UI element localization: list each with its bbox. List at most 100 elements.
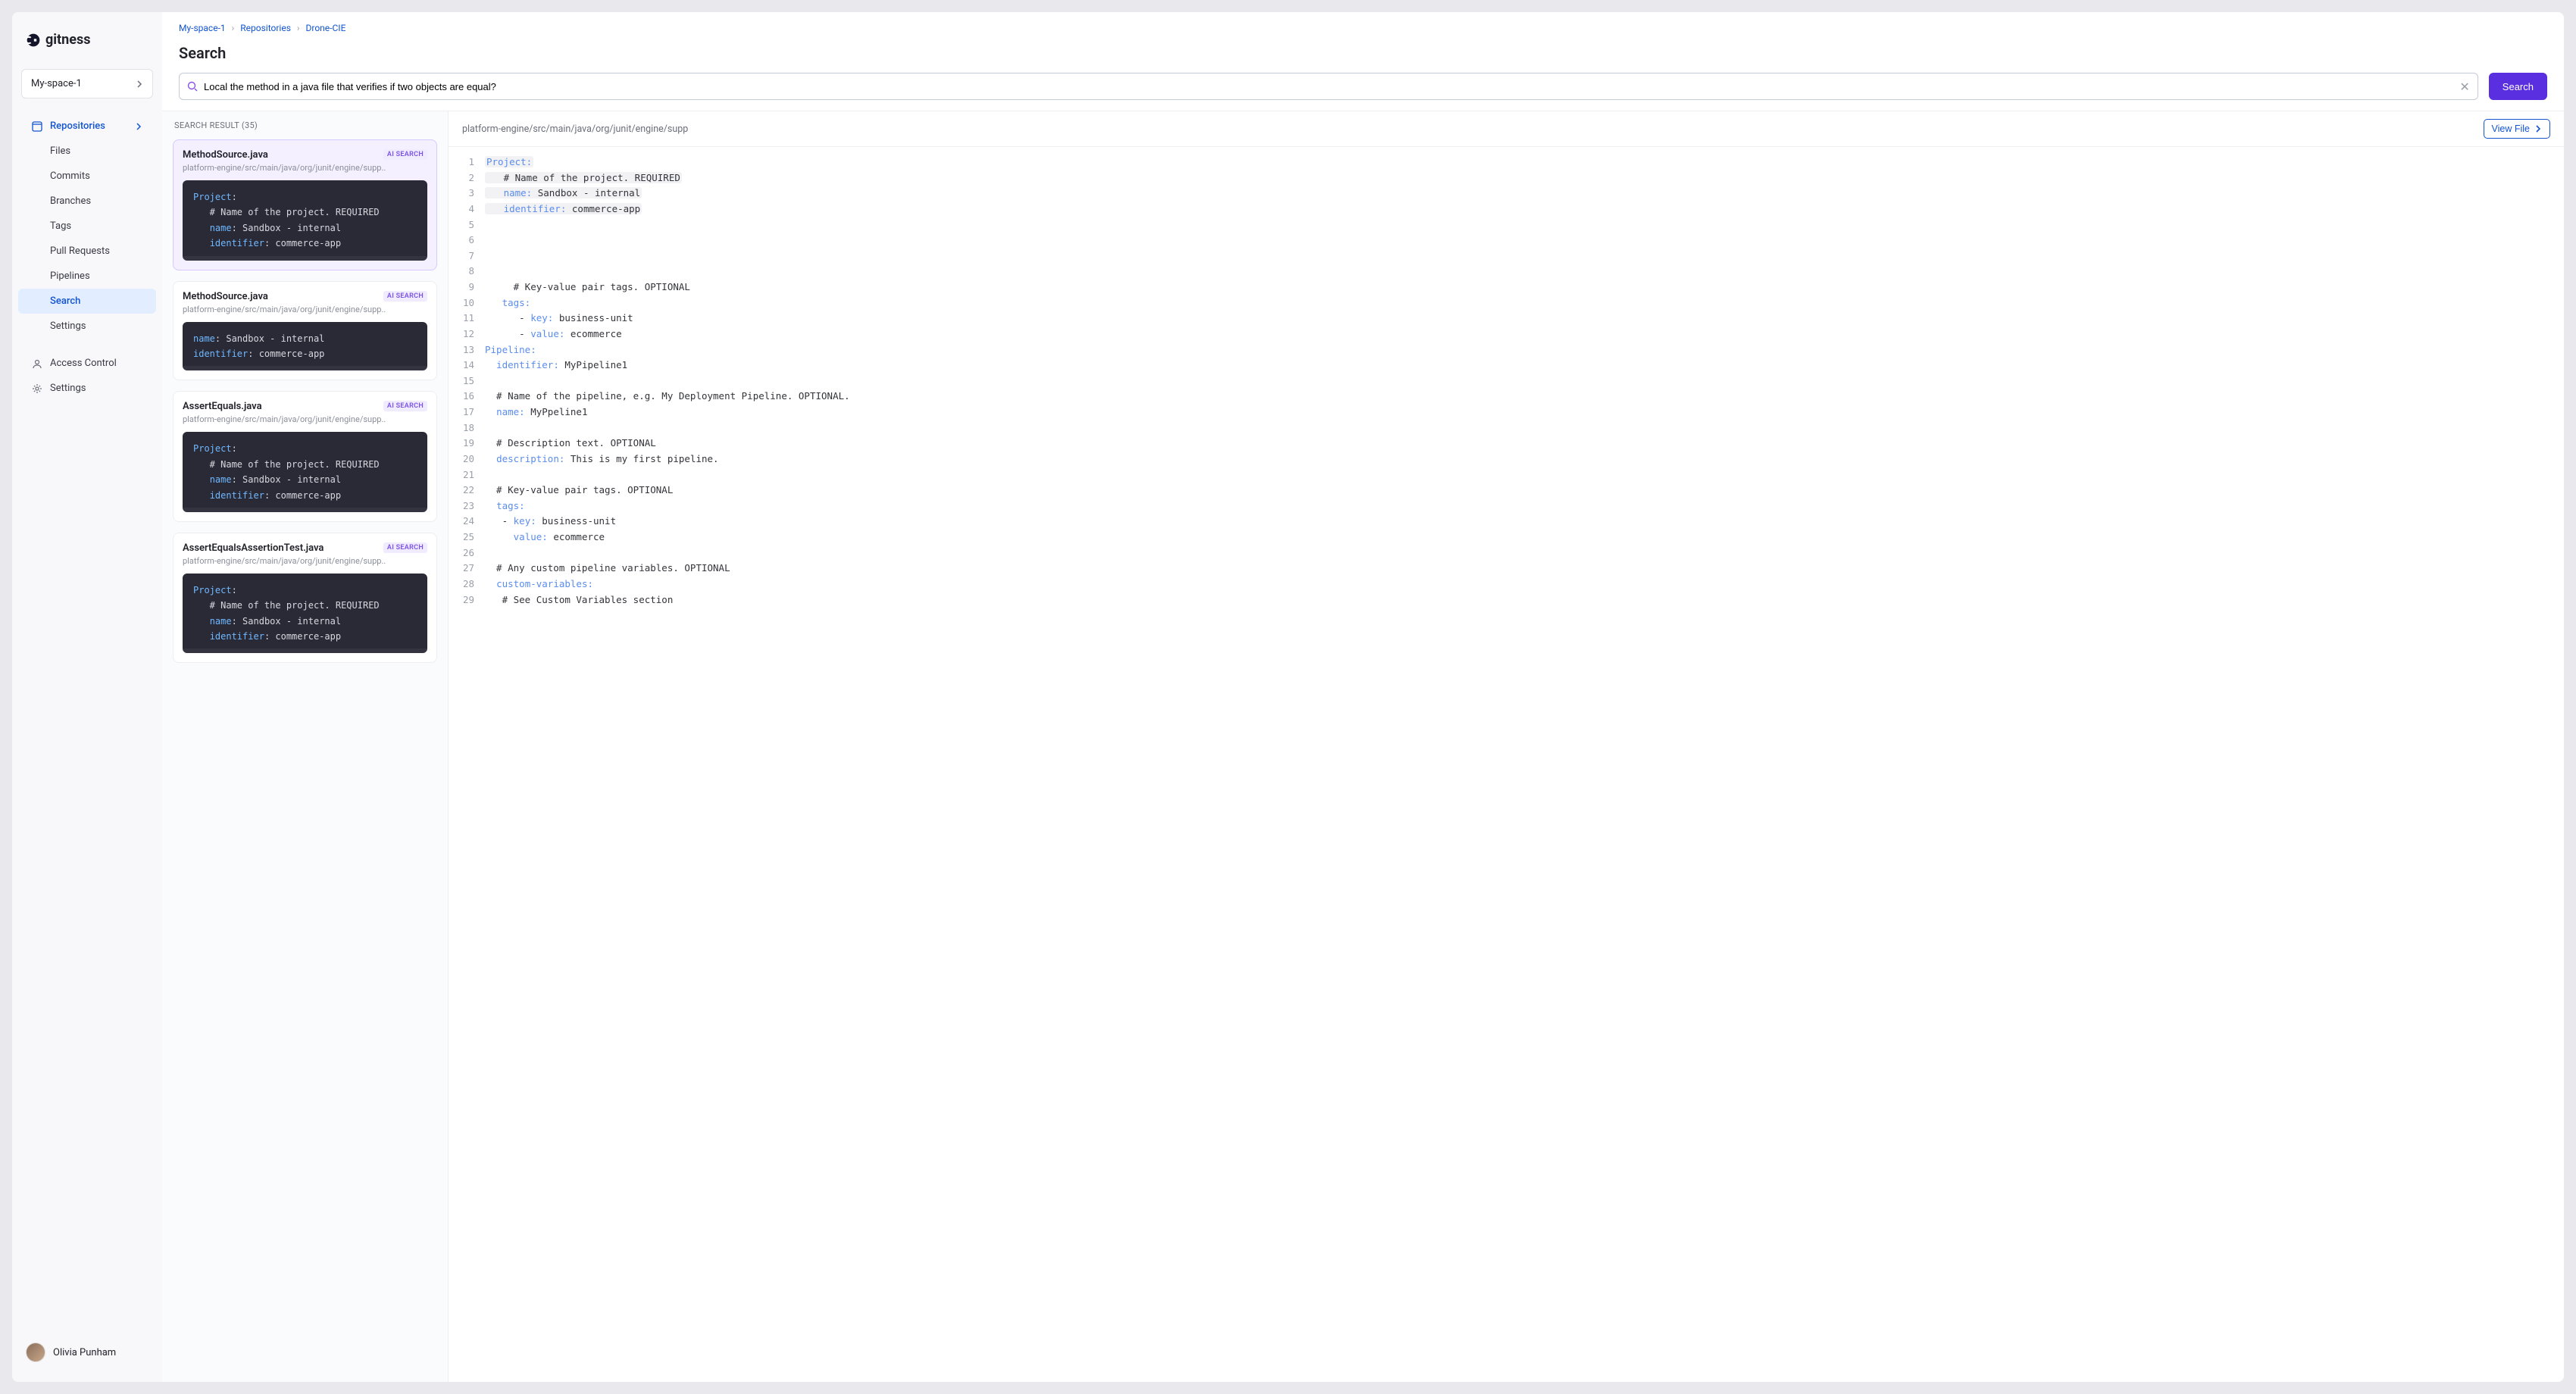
nav-settings[interactable]: Settings [18,376,156,401]
result-path: platform-engine/src/main/java/org/junit/… [183,305,427,314]
result-card[interactable]: MethodSource.javaAI SEARCHplatform-engin… [173,281,437,381]
result-title: AssertEquals.java [183,401,262,412]
code-line: 17 name: MyPpeline1 [449,405,2564,420]
ai-search-badge: AI SEARCH [383,401,427,411]
sidebar-item-tags[interactable]: Tags [18,214,156,239]
line-number: 27 [449,561,485,577]
code-line: 13Pipeline: [449,342,2564,358]
result-path: platform-engine/src/main/java/org/junit/… [183,163,427,173]
sidebar-item-search[interactable]: Search [18,289,156,314]
line-number: 2 [449,170,485,186]
code-line: 24 - key: business-unit [449,514,2564,530]
code-line: 15 [449,374,2564,389]
sidebar: gitness My-space-1 Repositories FilesCom… [12,12,162,1382]
line-number: 10 [449,295,485,311]
code-line: 4 identifier: commerce-app [449,202,2564,217]
line-number: 5 [449,217,485,233]
line-number: 8 [449,264,485,280]
sidebar-item-branches[interactable]: Branches [18,189,156,214]
line-number: 13 [449,342,485,358]
brand-name: gitness [45,32,90,48]
code-snippet: Project: # Name of the project. REQUIRED… [183,432,427,512]
code-line: 19 # Description text. OPTIONAL [449,436,2564,452]
gear-icon [32,383,42,394]
nav-access-control[interactable]: Access Control [18,351,156,376]
result-path: platform-engine/src/main/java/org/junit/… [183,556,427,566]
brand-logo: gitness [12,24,162,69]
code-line: 29 # See Custom Variables section [449,592,2564,608]
search-icon [187,81,198,92]
result-card[interactable]: MethodSource.java AI SEARCH platform-engin… [173,139,437,270]
result-card[interactable]: AssertEqualsAssertionTest.java AI SEARCH p… [173,533,437,664]
result-title: MethodSource.java [183,149,268,161]
nav-repositories[interactable]: Repositories [18,114,156,139]
sidebar-item-pipelines[interactable]: Pipelines [18,264,156,289]
view-file-button[interactable]: View File [2484,119,2550,139]
code-line: 21 [449,467,2564,483]
gitness-icon [26,33,41,48]
code-line: 3 name: Sandbox - internal [449,186,2564,202]
breadcrumb: My-space-1 › Repositories › Drone-CIE [179,23,2547,33]
chevron-right-icon [2534,125,2542,133]
line-number: 6 [449,233,485,248]
chevron-right-icon [136,80,143,88]
chevron-right-icon: › [297,23,300,33]
space-selector[interactable]: My-space-1 [21,69,153,98]
code-line: 18 [449,420,2564,436]
sidebar-item-commits[interactable]: Commits [18,164,156,189]
search-button[interactable]: Search [2489,73,2547,100]
user-name: Olivia Punham [53,1347,116,1358]
code-line: 8 [449,264,2564,280]
chevron-right-icon [135,123,142,130]
line-number: 7 [449,248,485,264]
current-user[interactable]: Olivia Punham [12,1335,162,1370]
code-line: 16 # Name of the pipeline, e.g. My Deplo… [449,389,2564,405]
ai-search-badge: AI SEARCH [383,149,427,160]
breadcrumb-item[interactable]: Drone-CIE [306,23,346,33]
results-count: SEARCH RESULT (35) [162,111,448,139]
line-number: 16 [449,389,485,405]
chevron-right-icon: › [232,23,235,33]
code-line: 14 identifier: MyPipeline1 [449,358,2564,374]
results-panel: SEARCH RESULT (35) MethodSource.java AI S… [162,111,449,1382]
clear-icon[interactable]: ✕ [2459,80,2469,94]
result-title: AssertEqualsAssertionTest.java [183,542,324,554]
code-line: 6 [449,233,2564,248]
line-number: 28 [449,577,485,592]
line-number: 19 [449,436,485,452]
code-snippet: Project: # Name of the project. REQUIRED… [183,574,427,654]
code-line: 25 value: ecommerce [449,530,2564,545]
ai-search-badge: AI SEARCH [383,542,427,553]
search-box[interactable]: ✕ [179,73,2478,100]
breadcrumb-item[interactable]: My-space-1 [179,23,226,33]
topbar: My-space-1 › Repositories › Drone-CIE Se… [162,12,2564,73]
code-line: 12 - value: ecommerce [449,327,2564,342]
main: My-space-1 › Repositories › Drone-CIE Se… [162,12,2564,1382]
code-line: 10 tags: [449,295,2564,311]
code-line: 2 # Name of the project. REQUIRED [449,170,2564,186]
space-name: My-space-1 [31,78,82,89]
code-line: 26 [449,545,2564,561]
code-view[interactable]: 1Project:2 # Name of the project. REQUIR… [449,147,2564,1382]
preview-panel: platform-engine/src/main/java/org/junit/… [449,111,2564,1382]
user-icon [32,358,42,369]
line-number: 20 [449,452,485,467]
line-number: 12 [449,327,485,342]
line-number: 4 [449,202,485,217]
page-title: Search [179,44,2547,62]
search-input[interactable] [198,81,2459,92]
code-snippet: name: Sandbox - internalidentifier: comm… [183,322,427,371]
code-snippet: Project: # Name of the project. REQUIRED… [183,180,427,261]
code-line: 9 # Key-value pair tags. OPTIONAL [449,280,2564,295]
line-number: 18 [449,420,485,436]
sidebar-item-files[interactable]: Files [18,139,156,164]
result-card[interactable]: AssertEquals.javaAI SEARCHplatform-engin… [173,391,437,522]
sidebar-item-pull-requests[interactable]: Pull Requests [18,239,156,264]
code-line: 23 tags: [449,499,2564,514]
breadcrumb-item[interactable]: Repositories [240,23,291,33]
sidebar-item-settings[interactable]: Settings [18,314,156,339]
avatar [26,1342,45,1362]
search-bar: ✕ Search [162,73,2564,111]
ai-search-badge: AI SEARCH [383,291,427,302]
line-number: 23 [449,499,485,514]
